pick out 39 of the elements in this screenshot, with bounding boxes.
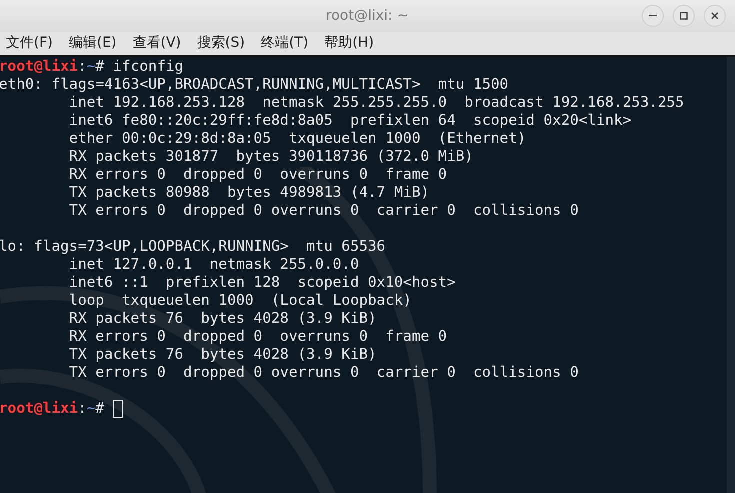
output-line: TX errors 0 dropped 0 overruns 0 carrier 0 collisions 0 — [68, 364, 579, 382]
menu-item[interactable]: 查看(V) — [132, 33, 182, 54]
output-line: RX packets 301877 bytes 390118736 (372.0 MiB) — [68, 148, 474, 166]
menu-item[interactable]: 编辑(E) — [68, 33, 117, 54]
prompt-separator: : — [78, 58, 87, 76]
close-button[interactable] — [704, 5, 726, 27]
prompt-path: ~ — [86, 400, 96, 418]
output-line: inet6 fe80::20c:29ff:fe8d:8a05 prefixlen 64 scopeid 0x20<link> — [68, 112, 632, 130]
output-line: TX packets 76 bytes 4028 (3.9 KiB) — [68, 346, 377, 364]
output-line: RX errors 0 dropped 0 overruns 0 frame 0 — [68, 328, 448, 346]
prompt-symbol: # — [96, 400, 104, 418]
menu-item[interactable]: 文件(F) — [6, 33, 53, 54]
prompt-user: root@lixi — [0, 58, 78, 76]
output-line: ether 00:0c:29:8d:8a:05 txqueuelen 1000 (Ethernet) — [68, 130, 526, 148]
prompt-symbol: # — [96, 58, 104, 76]
output-line: inet6 ::1 prefixlen 128 scopeid 0x10<host> — [68, 274, 456, 292]
minimize-icon — [649, 15, 657, 17]
command-text: ifconfig — [113, 58, 184, 76]
menu-item[interactable]: 帮助(H) — [324, 33, 374, 54]
output-line: inet 192.168.253.128 netmask 255.255.255.0 broadcast 192.168.253.255 — [68, 94, 684, 112]
output-line: RX packets 76 bytes 4028 (3.9 KiB) — [68, 310, 377, 328]
prompt-separator: : — [78, 400, 87, 418]
prompt-user: root@lixi — [0, 400, 78, 418]
output-line: TX errors 0 dropped 0 overruns 0 carrier 0 collisions 0 — [68, 202, 579, 220]
text-cursor — [113, 400, 124, 418]
maximize-button[interactable] — [673, 5, 695, 27]
window-title: root@lixi: ~ — [326, 6, 409, 26]
output-line: inet 127.0.0.1 netmask 255.0.0.0 — [68, 256, 360, 274]
output-line: eth0: flags=4163<UP,BROADCAST,RUNNING,MULTICAST> mtu 1500 — [0, 76, 509, 94]
maximize-icon — [680, 12, 688, 20]
output-line: TX packets 80988 bytes 4989813 (4.7 MiB) — [68, 184, 430, 202]
minimize-button[interactable] — [642, 5, 664, 27]
menu-item[interactable]: 终端(T) — [261, 33, 309, 54]
close-icon — [711, 12, 719, 20]
prompt-path: ~ — [86, 58, 96, 76]
output-line: lo: flags=73<UP,LOOPBACK,RUNNING> mtu 65536 — [0, 238, 386, 256]
output-line: RX errors 0 dropped 0 overruns 0 frame 0 — [68, 166, 448, 184]
menu-item[interactable]: 搜索(S) — [197, 33, 246, 54]
output-line: loop txqueuelen 1000 (Local Loopback) — [68, 292, 412, 310]
